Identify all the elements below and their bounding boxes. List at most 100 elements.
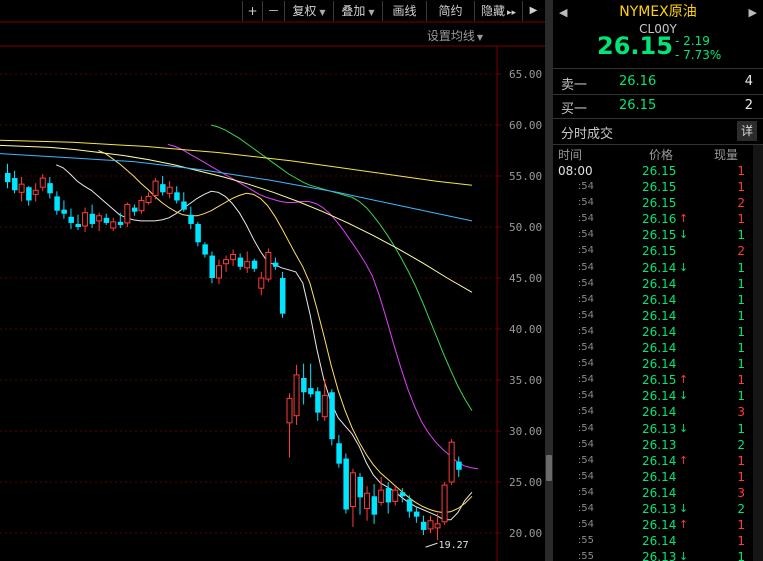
- splitter-grip-icon[interactable]: [546, 455, 552, 481]
- candle-body: [392, 489, 399, 502]
- min-price-label: 19.27: [439, 540, 469, 551]
- tick-price: 26.15: [642, 244, 677, 259]
- candle-body: [47, 183, 53, 194]
- tick-list[interactable]: 08:00 26.15 1:54 26.15 1:54 26.15 2:54 26.16 ↑ 1:…: [553, 163, 763, 561]
- tick-price: 26.14: [642, 389, 677, 404]
- hide-label: 隐藏: [480, 4, 505, 18]
- tick-row: :54 26.14 ↓ 1: [553, 388, 763, 404]
- chevron-down-icon: ▼: [319, 8, 326, 17]
- end-arrow-icon[interactable]: ▶: [522, 1, 544, 21]
- tick-price: 26.14: [642, 518, 677, 533]
- fuquan-button[interactable]: 复权 ▼: [284, 1, 333, 21]
- arrow-up-icon: ↑: [679, 212, 689, 226]
- ma-setting-dropdown[interactable]: 设置均线 ▼: [427, 27, 483, 44]
- candle-body: [265, 252, 272, 280]
- candle-body: [448, 441, 455, 483]
- price-col-header: 价格: [649, 148, 674, 162]
- tick-price: 26.15: [642, 164, 677, 178]
- panel-splitter[interactable]: [545, 0, 553, 561]
- tick-volume: 1: [737, 550, 745, 561]
- candle-body: [188, 214, 194, 224]
- candle-body: [61, 209, 67, 214]
- candle-body: [364, 492, 371, 510]
- divider: [553, 118, 763, 119]
- tick-price: 26.15: [642, 196, 677, 211]
- zoom-out-button[interactable]: －: [262, 1, 284, 21]
- arrow-up-icon: ↑: [679, 373, 689, 387]
- ma-line: [0, 139, 473, 186]
- tick-price: 26.14: [642, 405, 677, 420]
- hide-button[interactable]: 隐藏 ▸▸: [474, 1, 522, 21]
- detail-button[interactable]: 详: [737, 121, 757, 141]
- tick-row: :54 26.14 1: [553, 292, 763, 308]
- tick-row: :54 26.15 2: [553, 195, 763, 211]
- candle-body: [456, 461, 462, 470]
- ma-line: [55, 164, 473, 521]
- tick-row: :55 26.13 ↓ 1: [553, 549, 763, 561]
- candle-body: [230, 254, 237, 261]
- tick-price: 26.13: [642, 421, 677, 436]
- draw-line-button[interactable]: 画线: [382, 1, 426, 21]
- change-value: - 2.19: [675, 34, 710, 48]
- tick-time: :54: [577, 406, 594, 418]
- tick-time: :54: [577, 519, 594, 531]
- tick-price: 26.14: [642, 485, 677, 500]
- simple-mode-button[interactable]: 简约: [426, 1, 474, 21]
- tick-time: :54: [577, 325, 594, 337]
- next-contract-arrow-icon[interactable]: ▶: [749, 6, 757, 19]
- arrow-down-icon: ↓: [679, 421, 689, 435]
- tick-time: :55: [577, 551, 594, 561]
- ask-label: 卖一: [561, 78, 588, 93]
- tick-row: :55 26.14 1: [553, 533, 763, 549]
- tick-volume: 1: [737, 389, 745, 404]
- tick-time: :54: [577, 422, 594, 434]
- candle-body: [329, 392, 335, 440]
- tick-price: 26.14: [642, 453, 677, 468]
- tick-time: :54: [577, 470, 594, 482]
- tick-row: :54 26.14 1: [553, 324, 763, 340]
- candle-body: [286, 397, 293, 424]
- bid-row: 买一 26.15 2: [553, 94, 763, 118]
- ask-price: 26.16: [619, 74, 657, 89]
- tick-row: :54 26.14 ↓ 1: [553, 260, 763, 276]
- tick-price: 26.13: [642, 437, 677, 452]
- zoom-in-button[interactable]: +: [242, 1, 262, 21]
- tick-volume: 3: [737, 485, 745, 500]
- tick-row: :54 26.13 2: [553, 437, 763, 453]
- candle-body: [385, 488, 392, 503]
- tick-volume: 2: [737, 437, 745, 452]
- candle-body: [110, 221, 117, 229]
- tick-price: 26.13: [642, 550, 677, 561]
- tick-row: 08:00 26.15 1: [553, 163, 763, 179]
- candle-body: [371, 496, 378, 515]
- tick-price: 26.16: [642, 212, 677, 227]
- candle-body: [145, 195, 152, 204]
- tick-volume: 1: [737, 469, 745, 484]
- kline-chart[interactable]: 65.00 60.00 55.00 50.00 45.00 40.00 35.00 30.00…: [0, 0, 545, 561]
- tick-time: :55: [577, 535, 594, 547]
- quote-panel: ◀ NYMEX原油 ▶ CL00Y 26.15 - 2.19 - 7.73% 卖…: [553, 0, 763, 561]
- tick-list-scrollbar[interactable]: [753, 145, 763, 561]
- kline-chart-canvas[interactable]: 65.00 60.00 55.00 50.00 45.00 40.00 35.00 30.00…: [0, 0, 545, 561]
- candle-body: [131, 207, 138, 212]
- tick-volume: 2: [737, 196, 745, 211]
- candle-body: [75, 223, 81, 227]
- candle-body: [406, 499, 413, 512]
- tick-time: :54: [577, 374, 594, 386]
- y-tick-label: 45.00: [509, 272, 542, 285]
- tick-price: 26.14: [642, 341, 677, 356]
- ticks-column-header: 时间 价格 现量: [553, 145, 763, 163]
- tick-time: :54: [577, 197, 594, 209]
- tick-time: :54: [577, 213, 594, 225]
- overlay-button[interactable]: 叠加 ▼: [333, 1, 382, 21]
- candle-body: [5, 172, 11, 183]
- tick-time: :54: [577, 486, 594, 498]
- candle-body: [343, 458, 349, 510]
- candle-body: [357, 476, 363, 498]
- tick-time: :54: [577, 502, 594, 514]
- candle-body: [308, 388, 314, 395]
- arrow-down-icon: ↓: [679, 228, 689, 242]
- tick-time: :54: [577, 181, 594, 193]
- tick-price: 26.14: [642, 308, 677, 323]
- candle-body: [181, 201, 187, 210]
